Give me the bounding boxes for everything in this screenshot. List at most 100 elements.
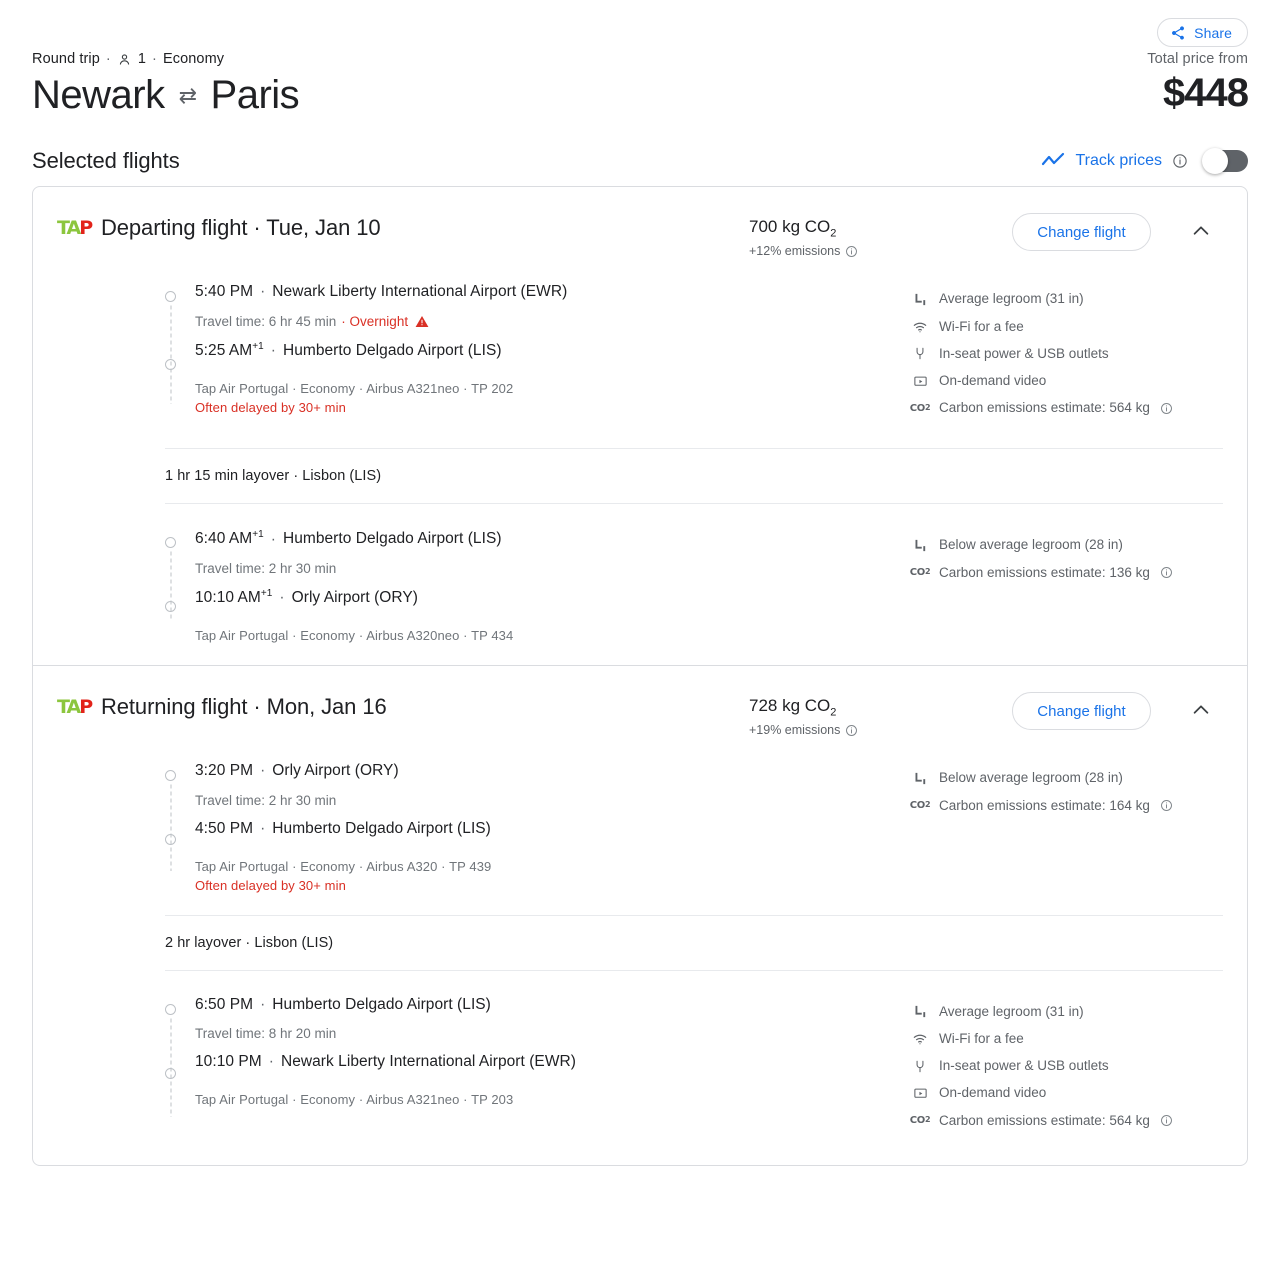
departure-line: 3:20 PM · Orly Airport (ORY)	[195, 761, 893, 781]
overnight-label: · Overnight	[341, 313, 409, 329]
emissions-delta: +19% emissions	[749, 723, 984, 737]
track-prices-label[interactable]: Track prices	[1075, 152, 1162, 170]
flight-title: Returning flight · Mon, Jan 16	[101, 694, 387, 720]
amenity-item: CO 2 Carbon emissions estimate: 136 kg	[910, 564, 1223, 582]
travel-time-label: Travel time: 8 hr 20 min	[195, 1025, 337, 1041]
departure-line: 6:40 AM+1 · Humberto Delgado Airport (LIS)	[195, 528, 893, 549]
amenity-item: CO 2 Carbon emissions estimate: 164 kg	[910, 797, 1223, 815]
share-row: Share	[32, 0, 1248, 47]
total-price: $448	[1163, 71, 1249, 115]
flight-leg: 5:40 PM · Newark Liberty International Air…	[33, 258, 1247, 448]
flight-leg: 3:20 PM · Orly Airport (ORY) Travel time: …	[33, 737, 1247, 914]
share-label: Share	[1194, 24, 1232, 41]
swap-arrows-icon: ⇄	[178, 82, 197, 108]
chevron-up-icon[interactable]	[1190, 220, 1212, 242]
share-button[interactable]: Share	[1157, 18, 1248, 47]
departure-time: 5:40 PM	[195, 283, 254, 301]
carrier-details: Tap Air Portugal · Economy · Airbus A321…	[195, 380, 514, 396]
emissions-info-icon[interactable]	[845, 724, 858, 737]
travel-time-label: Travel time: 6 hr 45 min	[195, 313, 337, 329]
arrival-day-offset: +1	[252, 340, 264, 352]
departure-airport: Newark Liberty International Airport (EW…	[272, 283, 568, 301]
travel-time-row: Travel time: 6 hr 45 min · Overnight	[195, 314, 893, 329]
travel-time-row: Travel time: 2 hr 30 min	[195, 561, 893, 576]
change-flight-button[interactable]: Change flight	[1012, 692, 1151, 731]
emissions-delta-value: +12% emissions	[749, 244, 841, 259]
line-separator: ·	[270, 530, 276, 548]
co2-subscript: 2	[830, 706, 837, 719]
arrival-day-offset: +1	[260, 587, 273, 599]
flight-header: TAP Returning flight · Mon, Jan 16 728 k…	[33, 666, 1247, 737]
amenity-item: In-seat power & USB outlets	[911, 345, 1223, 363]
selected-flights-card: TAP Departing flight · Tue, Jan 10 700 k…	[32, 186, 1248, 1166]
track-prices-toggle[interactable]	[1202, 148, 1248, 174]
carbon-info-icon[interactable]	[1160, 402, 1173, 415]
chevron-up-icon[interactable]	[1190, 699, 1212, 721]
amenity-label: Average legroom (31 in)	[939, 1003, 1084, 1019]
line-separator: ·	[260, 283, 266, 301]
co2-summary: 700 kg CO2 +12% emissions	[749, 213, 984, 258]
carbon-info-icon[interactable]	[1160, 1114, 1173, 1127]
carbon-info-icon[interactable]	[1160, 566, 1173, 579]
travel-time-label: Travel time: 2 hr 30 min	[195, 792, 337, 808]
departure-airport: Orly Airport (ORY)	[272, 762, 399, 780]
trip-header: Round trip · 1 · Economy Newark ⇄ Paris …	[32, 51, 1249, 118]
carrier-details: Tap Air Portugal · Economy · Airbus A320…	[195, 858, 492, 874]
co2-total: 700 kg CO2	[749, 217, 984, 239]
leg-body: 5:40 PM · Newark Liberty International Air…	[195, 282, 893, 426]
timeline-start-dot	[165, 291, 176, 303]
leg-amenities: Below average legroom (28 in) CO 2 Carbon…	[893, 761, 1223, 892]
emissions-info-icon[interactable]	[845, 245, 858, 258]
timeline-connector	[169, 1016, 172, 1117]
legroom-icon	[911, 538, 929, 553]
departure-line: 6:50 PM · Humberto Delgado Airport (LIS)	[195, 995, 893, 1015]
arrival-airport: Newark Liberty International Airport (EW…	[280, 1052, 576, 1070]
arrival-line: 10:10 PM · Newark Liberty International Ai…	[195, 1052, 893, 1072]
power-icon	[911, 346, 929, 361]
co2-icon: CO 2	[909, 402, 931, 414]
timeline-start-dot	[165, 1003, 176, 1015]
arrival-time: 4:50 PM	[195, 819, 254, 837]
carrier-details: Tap Air Portugal · Economy · Airbus A321…	[195, 1092, 514, 1108]
video-icon	[911, 1086, 929, 1101]
delay-warning: Often delayed by 30+ min	[195, 877, 346, 893]
leg-amenities: Average legroom (31 in) Wi-Fi for a fee	[893, 995, 1223, 1139]
legroom-icon	[911, 1004, 929, 1019]
change-flight-button[interactable]: Change flight	[1012, 213, 1151, 251]
layover-row: 1 hr 15 min layover · Lisbon (LIS)	[165, 448, 1223, 505]
co2-total: 728 kg CO2	[749, 696, 984, 718]
line-separator: ·	[260, 819, 266, 837]
carbon-info-icon[interactable]	[1160, 799, 1173, 812]
trending-chart-icon	[1041, 152, 1065, 170]
flight-section-departing: TAP Departing flight · Tue, Jan 10 700 k…	[33, 187, 1247, 665]
selected-flights-bar: Selected flights Track prices	[32, 148, 1248, 174]
leg-amenities: Below average legroom (28 in) CO 2 Carbon…	[893, 528, 1223, 643]
departure-airport: Humberto Delgado Airport (LIS)	[272, 995, 491, 1013]
leg-itinerary: 6:50 PM · Humberto Delgado Airport (LIS) T…	[57, 995, 893, 1139]
passenger-icon	[117, 52, 132, 67]
airline-logo: TAP	[57, 213, 101, 239]
amenity-item: Wi-Fi for a fee	[911, 1030, 1223, 1048]
share-icon	[1170, 25, 1186, 41]
flight-leg: 6:40 AM+1 · Humberto Delgado Airport (LIS)…	[33, 504, 1247, 665]
amenity-label: Average legroom (31 in)	[939, 291, 1084, 307]
amenity-label: Wi-Fi for a fee	[939, 318, 1024, 334]
line-separator: ·	[268, 1052, 274, 1070]
arrival-line: 10:10 AM+1 · Orly Airport (ORY)	[195, 587, 893, 608]
flight-title: Departing flight · Tue, Jan 10	[101, 215, 381, 240]
travel-time-label: Travel time: 2 hr 30 min	[195, 560, 337, 576]
departure-day-offset: +1	[252, 529, 264, 541]
carrier-details: Tap Air Portugal · Economy · Airbus A320…	[195, 628, 514, 644]
departure-airport: Humberto Delgado Airport (LIS)	[282, 530, 502, 548]
amenity-item: In-seat power & USB outlets	[911, 1057, 1223, 1075]
amenity-label: Wi-Fi for a fee	[939, 1030, 1024, 1046]
amenity-item: Wi-Fi for a fee	[911, 318, 1223, 336]
wifi-icon	[911, 319, 929, 335]
tap-logo-red: P	[79, 696, 93, 719]
travel-time-row: Travel time: 2 hr 30 min	[195, 793, 893, 808]
track-prices-info-icon[interactable]	[1172, 153, 1188, 169]
leg-body: 6:50 PM · Humberto Delgado Airport (LIS) T…	[195, 995, 893, 1139]
arrival-airport: Orly Airport (ORY)	[291, 588, 418, 606]
video-icon	[911, 374, 929, 389]
flight-leg: 6:50 PM · Humberto Delgado Airport (LIS) T…	[33, 971, 1247, 1165]
